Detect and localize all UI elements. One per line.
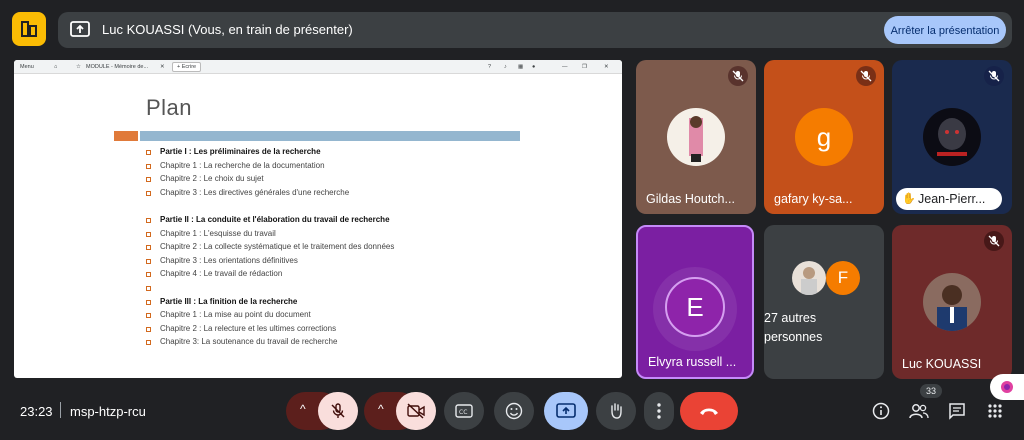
- outline-item: Chapitre 2 : Le choix du sujet: [146, 174, 526, 188]
- app-logo-icon: [12, 12, 46, 46]
- chevron-up-icon: ^: [378, 402, 384, 416]
- captions-icon: CC: [455, 404, 473, 418]
- mic-off-icon: [856, 66, 876, 86]
- hang-up-icon: [700, 408, 718, 415]
- leave-call-button[interactable]: [680, 392, 738, 430]
- outline-item: Chapitre 4 : Le travail de rédaction: [146, 269, 526, 283]
- avatar: F: [826, 261, 860, 295]
- restore-icon[interactable]: ❐: [582, 64, 587, 70]
- svg-text:CC: CC: [459, 409, 467, 416]
- presenting-banner: Luc KOUASSI (Vous, en train de présenter…: [58, 12, 1012, 48]
- meeting-code: msp-htzp-rcu: [70, 404, 146, 419]
- slide-title-bar: [140, 131, 520, 141]
- participant-name: Luc KOUASSI: [902, 357, 982, 371]
- slide-outline: Partie I : Les préliminaires de la reche…: [146, 147, 526, 351]
- outline-item: Chapitre 2 : La collecte systématique et…: [146, 242, 526, 256]
- participant-tile-gildas[interactable]: Gildas Houtch...: [636, 60, 756, 214]
- top-bar: Luc KOUASSI (Vous, en train de présenter…: [12, 12, 1012, 50]
- emoji-icon: [505, 402, 523, 420]
- avatar: g: [795, 108, 853, 166]
- activities-icon[interactable]: [984, 400, 1006, 422]
- slide: Plan Partie I : Les préliminaires de la …: [114, 75, 534, 378]
- mic-off-icon: [984, 66, 1004, 86]
- participant-count-badge: 33: [920, 384, 942, 398]
- others-count-label: 27 autres personnes: [764, 311, 823, 344]
- slide-accent-bar: [114, 131, 138, 141]
- outline-part: Partie I : Les préliminaires de la reche…: [146, 147, 526, 161]
- avatar: [923, 108, 981, 166]
- raise-hand-button[interactable]: [596, 392, 636, 430]
- present-screen-icon: [556, 403, 576, 418]
- more-vert-icon: [657, 403, 661, 419]
- participant-name: Jean-Pierr...: [918, 192, 986, 206]
- avatar: [792, 261, 826, 295]
- participant-name: gafary ky-sa...: [774, 192, 853, 206]
- participant-tile-others[interactable]: F 27 autres personnes: [764, 225, 884, 379]
- avatar: E: [665, 277, 725, 337]
- divider: [60, 402, 61, 418]
- raised-hand-icon: ✋: [902, 193, 916, 205]
- reactions-button[interactable]: [494, 392, 534, 430]
- slide-title: Plan: [146, 95, 193, 120]
- outline-item: Chapitre 3 : Les directives générales d'…: [146, 188, 526, 202]
- shared-screen: Menu ⌂ ☆ MODULE - Mémoire de... ✕ + Ecri…: [14, 60, 622, 378]
- present-screen-icon: [70, 21, 90, 39]
- mic-off-icon: [984, 231, 1004, 251]
- participant-tile-elvyra[interactable]: E Elvyra russell ...: [636, 225, 754, 379]
- more-options-button[interactable]: [644, 392, 674, 430]
- help-icon[interactable]: ?: [488, 64, 491, 70]
- captions-button[interactable]: CC: [444, 392, 484, 430]
- star-icon[interactable]: ☆: [76, 64, 81, 70]
- home-icon[interactable]: ⌂: [54, 64, 57, 70]
- mic-toggle-button[interactable]: [318, 392, 358, 430]
- outline-item: Chapitre 3: La soutenance du travail de …: [146, 337, 526, 351]
- participant-name: Gildas Houtch...: [646, 192, 735, 206]
- participant-tile-luc[interactable]: Luc KOUASSI: [892, 225, 1012, 379]
- meeting-details-icon[interactable]: [870, 400, 892, 422]
- participant-tile-jean[interactable]: ✋ Jean-Pierr...: [892, 60, 1012, 214]
- minimize-icon[interactable]: —: [562, 64, 568, 70]
- outline-item: Chapitre 1 : La mise au point du documen…: [146, 310, 526, 324]
- camera-toggle-button[interactable]: [396, 392, 436, 430]
- participant-name: Elvyra russell ...: [648, 355, 737, 369]
- stop-presenting-button[interactable]: Arrêter la présentation: [884, 16, 1006, 44]
- avatar: [667, 108, 725, 166]
- browser-tab[interactable]: MODULE - Mémoire de...: [86, 64, 148, 70]
- presenter-text: Luc KOUASSI (Vous, en train de présenter…: [102, 22, 353, 37]
- participant-tile-gafary[interactable]: g gafary ky-sa...: [764, 60, 884, 214]
- hand-icon: [611, 403, 622, 419]
- outline-item: [146, 201, 526, 215]
- camera-off-icon: [407, 403, 425, 419]
- outline-part: Partie III : La finition de la recherche: [146, 297, 526, 311]
- new-tab-button[interactable]: + Ecrire: [172, 62, 202, 72]
- close-window-icon[interactable]: ✕: [604, 64, 609, 70]
- bell-icon[interactable]: ♪: [504, 64, 507, 70]
- profile-icon[interactable]: ●: [532, 64, 535, 70]
- close-tab-icon[interactable]: ✕: [160, 64, 165, 70]
- browser-toolbar: Menu ⌂ ☆ MODULE - Mémoire de... ✕ + Ecri…: [14, 60, 622, 74]
- outline-item: Chapitre 1 : L'esquisse du travail: [146, 229, 526, 243]
- avatar: [923, 273, 981, 331]
- outline-part: Partie II : La conduite et l'élaboration…: [146, 215, 526, 229]
- outline-item: Chapitre 3 : Les orientations définitive…: [146, 256, 526, 270]
- outline-item: Chapitre 1 : La recherche de la document…: [146, 161, 526, 175]
- bottom-bar: 23:23 msp-htzp-rcu ^ ^ CC 33: [0, 384, 1024, 440]
- chevron-up-icon: ^: [300, 402, 306, 416]
- present-now-button[interactable]: [544, 392, 588, 430]
- outline-item: Chapitre 2 : La relecture et les ultimes…: [146, 324, 526, 338]
- mic-off-icon: [728, 66, 748, 86]
- speaking-indicator: ✋ Jean-Pierr...: [896, 188, 1002, 210]
- mic-off-icon: [331, 403, 345, 418]
- people-icon[interactable]: [908, 400, 930, 422]
- browser-menu[interactable]: Menu: [20, 64, 34, 70]
- outline-item: [146, 283, 526, 297]
- apps-icon[interactable]: ▦: [518, 64, 523, 70]
- clock: 23:23: [20, 404, 53, 419]
- chat-icon[interactable]: [946, 400, 968, 422]
